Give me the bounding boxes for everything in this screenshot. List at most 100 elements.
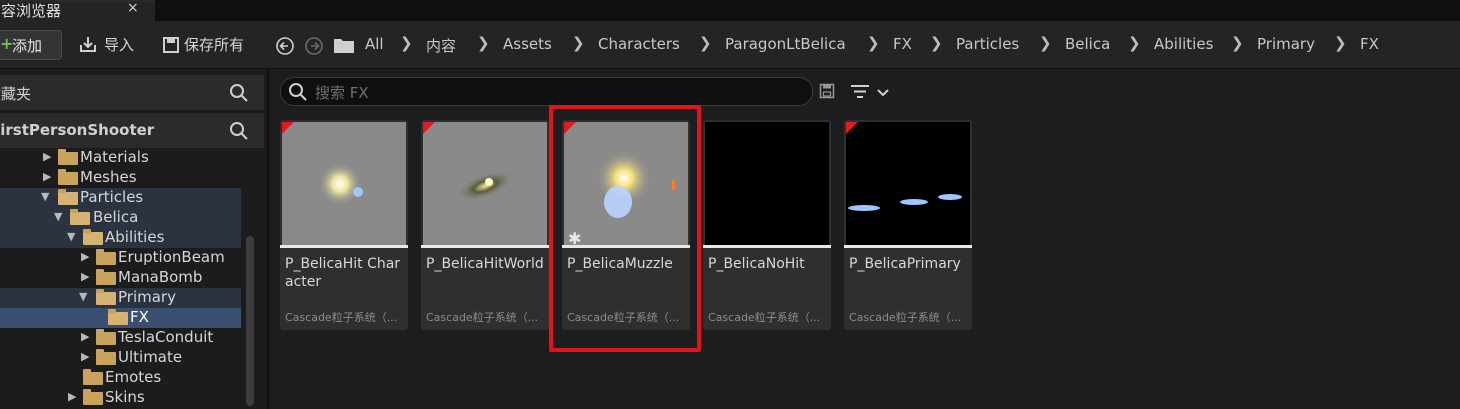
add-button-label: 添加 bbox=[12, 37, 43, 55]
open-folder-icon bbox=[96, 289, 116, 305]
asset-tile[interactable]: P_BelicaHit Character Cascade粒子系统（... bbox=[280, 120, 408, 330]
folder-icon bbox=[83, 369, 103, 385]
breadcrumb-separator-icon[interactable]: ❯ bbox=[1039, 34, 1052, 52]
tree-item-eruptionbeam[interactable]: ▶ EruptionBeam bbox=[0, 248, 241, 268]
content-browser-tab[interactable]: 内容浏览器 × bbox=[0, 0, 155, 21]
save-search-icon[interactable] bbox=[819, 83, 835, 99]
save-all-button[interactable]: 保存所有 bbox=[162, 32, 254, 58]
tree-item-skins[interactable]: ▶ Skins bbox=[0, 388, 241, 408]
asset-tile[interactable]: P_BelicaHitWorld Cascade粒子系统（... bbox=[421, 120, 549, 330]
open-folder-icon bbox=[70, 209, 90, 225]
breadcrumb-belica[interactable]: Belica bbox=[1065, 35, 1110, 53]
chevron-right-icon[interactable]: ▶ bbox=[43, 150, 51, 163]
breadcrumb-paragonltbelica[interactable]: ParagonLtBelica bbox=[725, 35, 846, 53]
breadcrumb-primary[interactable]: Primary bbox=[1257, 35, 1315, 53]
import-icon bbox=[80, 37, 96, 52]
favorites-header[interactable]: 收藏夹 bbox=[0, 75, 264, 110]
particle-thumbnail bbox=[705, 122, 829, 247]
import-label: 导入 bbox=[104, 36, 135, 54]
folder-icon bbox=[96, 329, 116, 345]
chevron-right-icon[interactable]: ▶ bbox=[81, 270, 89, 283]
tree-scrollbar[interactable] bbox=[246, 236, 254, 406]
asset-tile[interactable]: P_BelicaPrimary Cascade粒子系统（... bbox=[844, 120, 972, 330]
asset-name: P_BelicaNoHit bbox=[708, 256, 805, 272]
search-placeholder: 搜索 FX bbox=[315, 84, 369, 102]
folder-icon bbox=[96, 249, 116, 265]
asset-tile[interactable]: P_BelicaNoHit Cascade粒子系统（... bbox=[703, 120, 831, 330]
asset-type: Cascade粒子系统（... bbox=[849, 311, 962, 324]
search-input[interactable]: 搜索 FX bbox=[280, 77, 813, 106]
toolbar: + 添加 导入 保存所有 All ❯ 内容 ❯ Assets ❯ Charact… bbox=[0, 21, 1460, 69]
tree-item-label: Skins bbox=[105, 388, 145, 406]
chevron-right-icon[interactable]: ▶ bbox=[81, 330, 89, 343]
tree-item-label: Primary bbox=[118, 288, 176, 306]
tree-item-label: Materials bbox=[80, 148, 149, 166]
breadcrumb-separator-icon[interactable]: ❯ bbox=[572, 34, 585, 52]
tab-close-icon[interactable]: × bbox=[127, 0, 139, 16]
import-button[interactable]: 导入 bbox=[78, 32, 144, 58]
tree-item-fx[interactable]: FX bbox=[0, 308, 241, 328]
tree-item-belica[interactable]: ▼ Belica bbox=[0, 208, 241, 228]
breadcrumb-separator-icon[interactable]: ❯ bbox=[1334, 34, 1347, 52]
back-arrow-icon[interactable] bbox=[275, 36, 295, 56]
breadcrumb-assets[interactable]: Assets bbox=[503, 35, 552, 53]
add-button[interactable]: + 添加 bbox=[0, 30, 62, 60]
breadcrumb-characters[interactable]: Characters bbox=[598, 35, 680, 53]
search-icon[interactable] bbox=[229, 121, 249, 141]
chevron-right-icon[interactable]: ▶ bbox=[43, 170, 51, 183]
open-folder-icon bbox=[108, 309, 128, 325]
folder-icon bbox=[58, 169, 78, 185]
breadcrumb-separator-icon[interactable]: ❯ bbox=[1128, 34, 1141, 52]
tree-item-primary[interactable]: ▼ Primary bbox=[0, 288, 241, 308]
breadcrumb-separator-icon[interactable]: ❯ bbox=[867, 34, 880, 52]
tree-item-materials[interactable]: ▶ Materials bbox=[0, 148, 241, 168]
tree-item-label: TeslaConduit bbox=[118, 328, 214, 346]
breadcrumb-content[interactable]: 内容 bbox=[426, 35, 456, 56]
tree-item-abilities[interactable]: ▼ Abilities bbox=[0, 228, 241, 248]
chevron-right-icon[interactable]: ▶ bbox=[68, 390, 76, 403]
breadcrumb-separator-icon[interactable]: ❯ bbox=[699, 34, 712, 52]
breadcrumb-all[interactable]: All bbox=[365, 35, 384, 53]
tree-item-label: Particles bbox=[80, 188, 144, 206]
tree-item-label: Abilities bbox=[105, 228, 165, 246]
asset-type-bar bbox=[703, 245, 831, 248]
breadcrumb-fx-current[interactable]: FX bbox=[1360, 35, 1379, 53]
chevron-down-icon[interactable]: ▼ bbox=[67, 230, 75, 243]
tree-item-particles[interactable]: ▼ Particles bbox=[0, 188, 241, 208]
search-icon[interactable] bbox=[229, 83, 249, 103]
breadcrumb-abilities[interactable]: Abilities bbox=[1154, 35, 1213, 53]
project-header[interactable]: FirstPersonShooter bbox=[0, 113, 264, 148]
particle-thumbnail bbox=[846, 122, 970, 247]
breadcrumb-fx[interactable]: FX bbox=[893, 35, 912, 53]
folder-icon bbox=[96, 269, 116, 285]
tree-item-label: Belica bbox=[93, 208, 139, 226]
modified-flag-icon bbox=[423, 122, 435, 134]
tree-item-meshes[interactable]: ▶ Meshes bbox=[0, 168, 241, 188]
tab-title: 内容浏览器 bbox=[0, 2, 62, 20]
chevron-right-icon[interactable]: ▶ bbox=[81, 250, 89, 263]
asset-type: Cascade粒子系统（... bbox=[285, 311, 398, 324]
chevron-right-icon[interactable]: ▶ bbox=[81, 350, 89, 363]
tree-item-label: Meshes bbox=[80, 168, 137, 186]
chevron-down-icon[interactable]: ▼ bbox=[41, 190, 49, 203]
breadcrumb-separator-icon[interactable]: ❯ bbox=[400, 34, 413, 52]
modified-flag-icon bbox=[282, 122, 294, 134]
breadcrumb-separator-icon[interactable]: ❯ bbox=[477, 34, 490, 52]
tree-item-ultimate[interactable]: ▶ Ultimate bbox=[0, 348, 241, 368]
chevron-down-icon[interactable]: ▼ bbox=[79, 290, 87, 303]
save-all-label: 保存所有 bbox=[184, 36, 245, 54]
breadcrumb-separator-icon[interactable]: ❯ bbox=[930, 34, 943, 52]
chevron-down-icon[interactable]: ▼ bbox=[54, 210, 62, 223]
forward-arrow-icon[interactable] bbox=[304, 36, 324, 56]
breadcrumb-particles[interactable]: Particles bbox=[956, 35, 1019, 53]
asset-name: P_BelicaHit Character bbox=[285, 256, 401, 290]
highlight-box bbox=[549, 105, 701, 352]
tree-item-teslaconduit[interactable]: ▶ TeslaConduit bbox=[0, 328, 241, 348]
asset-type: Cascade粒子系统（... bbox=[426, 311, 539, 324]
asset-type: Cascade粒子系统（... bbox=[708, 311, 821, 324]
tree-item-emotes[interactable]: Emotes bbox=[0, 368, 241, 388]
breadcrumb-separator-icon[interactable]: ❯ bbox=[1231, 34, 1244, 52]
asset-name: P_BelicaHitWorld bbox=[426, 256, 544, 272]
tree-item-manabomb[interactable]: ▶ ManaBomb bbox=[0, 268, 241, 288]
filter-icon[interactable] bbox=[850, 82, 890, 102]
